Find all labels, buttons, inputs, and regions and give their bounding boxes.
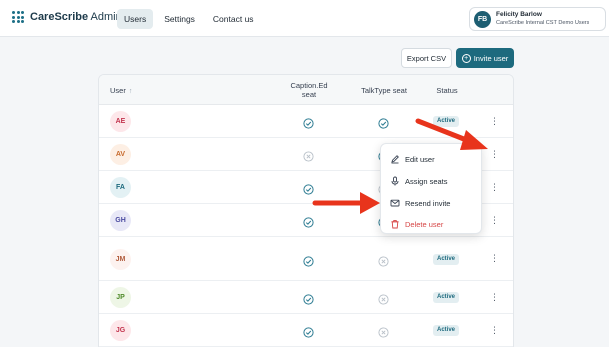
arrow-to-resend-invite — [312, 192, 380, 214]
arrow-to-more-button — [415, 118, 488, 150]
annotation-arrows — [312, 118, 488, 214]
